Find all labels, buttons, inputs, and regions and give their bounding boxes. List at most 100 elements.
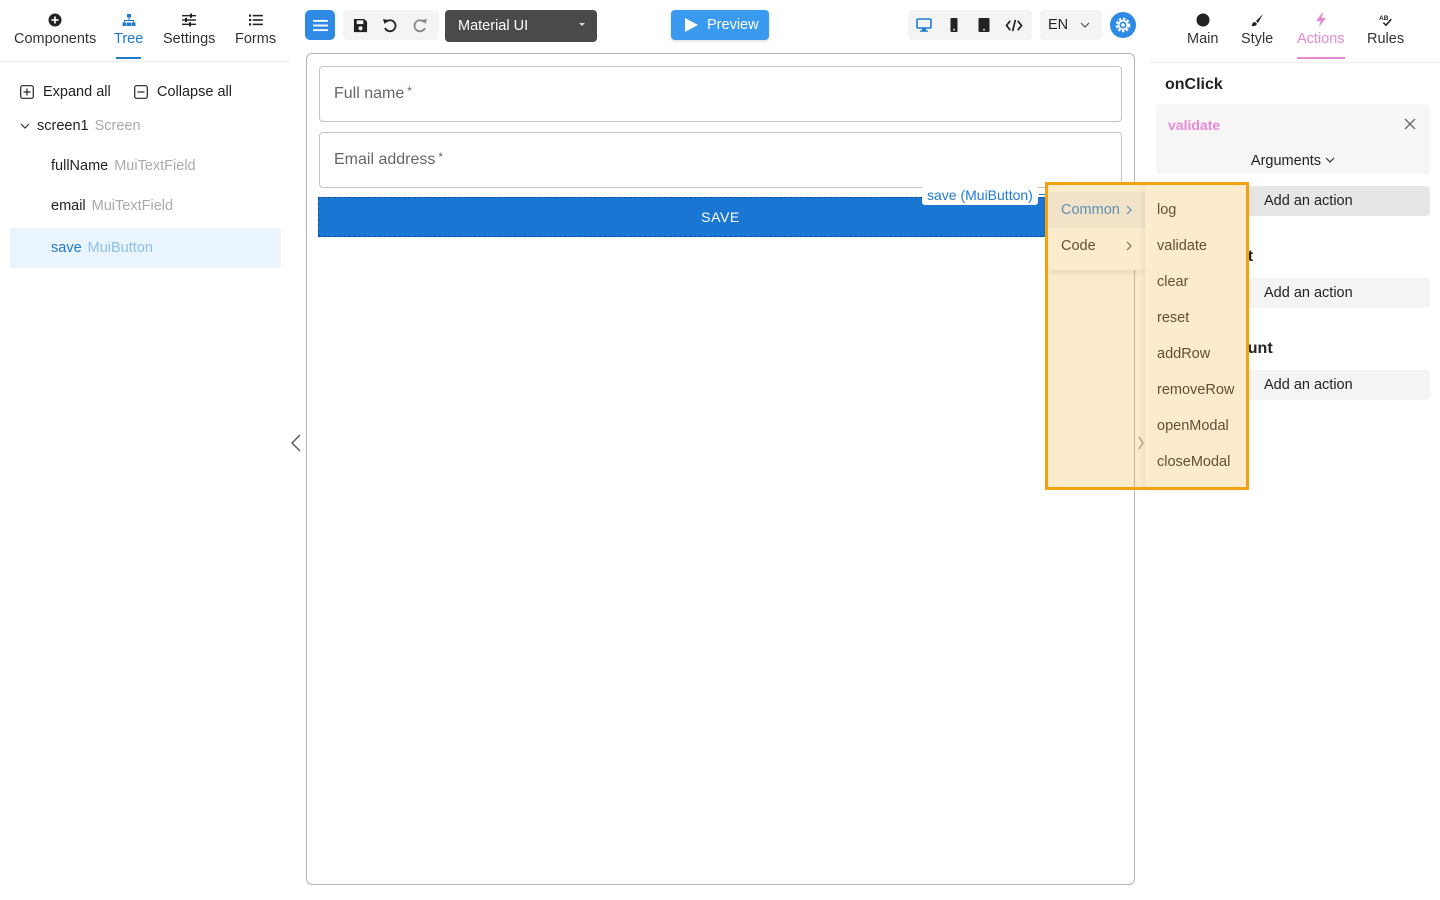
tree-node-screen1[interactable]: screen1 Screen <box>10 106 281 146</box>
menu-item-openmodal[interactable]: openModal <box>1145 408 1246 444</box>
tablet-view-button[interactable] <box>969 10 999 40</box>
mobile-view-button[interactable] <box>939 10 969 40</box>
gear-icon <box>1115 17 1131 33</box>
tree-actions: Expand all Collapse all <box>18 84 278 104</box>
tree-node-type: Screen <box>94 118 141 134</box>
expand-all-button[interactable]: Expand all <box>20 84 111 100</box>
undo-icon <box>383 19 397 33</box>
language-value: EN <box>1048 17 1069 33</box>
tab-components[interactable]: Components <box>14 10 96 47</box>
menu-category-label: Code <box>1061 238 1096 254</box>
language-select[interactable]: EN <box>1040 10 1102 40</box>
undo-button[interactable] <box>375 10 405 40</box>
redo-button[interactable] <box>405 10 435 40</box>
menu-item-validate[interactable]: validate <box>1145 228 1246 264</box>
tab-tree[interactable]: Tree <box>114 10 143 59</box>
chevron-right-icon <box>1126 241 1132 251</box>
settings-gear-button[interactable] <box>1110 12 1136 38</box>
tab-rules-label: Rules <box>1367 31 1405 47</box>
minus-square-icon <box>134 85 148 99</box>
menu-item-closemodal[interactable]: closeModal <box>1145 444 1246 480</box>
circle-icon <box>1187 10 1218 30</box>
tree-node-name: email <box>51 198 86 214</box>
theme-select[interactable]: Material UI <box>445 10 597 42</box>
svg-text:AB: AB <box>1379 15 1389 22</box>
chevron-down-icon <box>20 123 30 129</box>
tab-actions[interactable]: Actions <box>1297 10 1345 59</box>
left-tabs: Components Tree Settings Forms <box>0 0 290 62</box>
plus-square-icon <box>20 85 34 99</box>
desktop-icon <box>916 18 932 32</box>
desktop-view-button[interactable] <box>909 10 939 40</box>
tablet-icon <box>978 18 990 32</box>
fullname-label: Full name <box>334 85 405 102</box>
tree-node-name: fullName <box>51 158 109 174</box>
left-panel: Components Tree Settings Forms Expand al… <box>0 0 290 900</box>
menu-category-label: Common <box>1061 202 1120 218</box>
menu-item-log[interactable]: log <box>1145 192 1246 228</box>
collapse-right-panel-icon[interactable] <box>1137 433 1145 453</box>
tab-actions-label: Actions <box>1297 31 1345 47</box>
tree-node-type: MuiTextField <box>91 198 174 214</box>
tab-components-label: Components <box>14 31 97 47</box>
tree-node-type: MuiButton <box>87 240 153 256</box>
tree-node-save[interactable]: save MuiButton <box>10 228 281 268</box>
email-field[interactable]: Email address * <box>319 132 1122 188</box>
onclick-title: onClick <box>1165 76 1223 93</box>
preview-button[interactable]: Preview <box>671 10 769 40</box>
menu-category-code[interactable]: Code <box>1047 228 1145 264</box>
menu-category-common[interactable]: Common <box>1047 192 1145 228</box>
menu-item-reset[interactable]: reset <box>1145 300 1246 336</box>
code-icon <box>1005 19 1023 31</box>
tree-icon <box>114 10 143 30</box>
theme-select-value: Material UI <box>458 18 529 34</box>
tab-settings-label: Settings <box>163 31 216 47</box>
tab-forms[interactable]: Forms <box>235 10 276 47</box>
arguments-toggle[interactable]: Arguments <box>1156 153 1430 169</box>
tab-forms-label: Forms <box>235 31 277 47</box>
menu-item-addrow[interactable]: addRow <box>1145 336 1246 372</box>
collapse-all-button[interactable]: Collapse all <box>134 84 232 100</box>
tab-main-label: Main <box>1187 31 1219 47</box>
tab-main[interactable]: Main <box>1187 10 1218 47</box>
save-file-button[interactable] <box>345 10 375 40</box>
right-tabs-divider <box>1150 62 1440 63</box>
arguments-label: Arguments <box>1250 153 1322 169</box>
selection-connector <box>1039 194 1045 195</box>
menu-item-removerow[interactable]: removeRow <box>1145 372 1246 408</box>
expand-all-label: Expand all <box>43 84 111 100</box>
action-card-validate[interactable]: validate Arguments <box>1156 104 1430 174</box>
action-items-menu: log validate clear reset addRow removeRo… <box>1145 185 1246 487</box>
fullname-field[interactable]: Full name * <box>319 66 1122 122</box>
preview-label: Preview <box>707 17 759 33</box>
email-label: Email address <box>334 151 436 168</box>
design-canvas[interactable]: Full name * Email address * SAVE <box>306 53 1135 885</box>
required-mark: * <box>438 150 444 164</box>
tab-settings[interactable]: Settings <box>163 10 215 47</box>
floppy-disk-icon <box>353 18 367 32</box>
tab-style[interactable]: Style <box>1241 10 1273 47</box>
code-view-button[interactable] <box>999 10 1029 40</box>
menu-button[interactable] <box>305 10 335 40</box>
play-icon <box>685 18 698 32</box>
action-category-menu: Common Code <box>1047 185 1145 270</box>
list-icon <box>235 10 276 30</box>
tab-style-label: Style <box>1241 31 1274 47</box>
spellcheck-icon: AB <box>1367 10 1404 30</box>
tree-node-fullname[interactable]: fullName MuiTextField <box>10 146 281 186</box>
redo-icon <box>413 19 427 33</box>
tab-rules[interactable]: AB Rules <box>1367 10 1404 47</box>
tree-node-name: save <box>51 240 82 256</box>
collapse-left-panel-icon[interactable] <box>288 432 304 454</box>
chevron-down-icon <box>1325 157 1335 163</box>
brush-icon <box>1241 10 1273 30</box>
action-name: validate <box>1168 117 1221 133</box>
sliders-icon <box>163 10 215 30</box>
lightning-icon <box>1297 10 1345 30</box>
menu-item-clear[interactable]: clear <box>1145 264 1246 300</box>
close-icon[interactable] <box>1404 118 1416 130</box>
tree-node-email[interactable]: email MuiTextField <box>10 186 281 226</box>
chevron-right-icon <box>1126 205 1132 215</box>
hamburger-icon <box>312 19 328 31</box>
caret-down-icon <box>579 23 585 26</box>
